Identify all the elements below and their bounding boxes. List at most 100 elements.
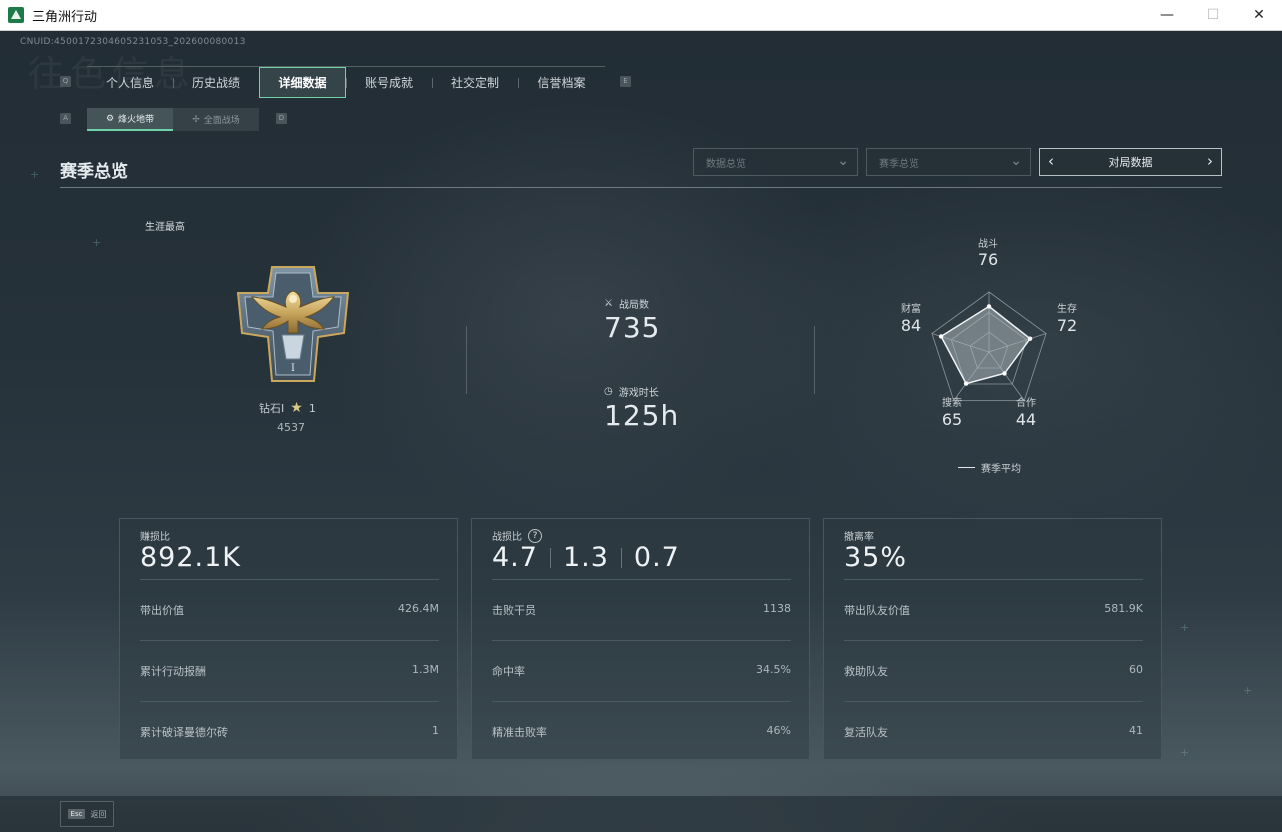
matches-value: 735 bbox=[604, 311, 661, 344]
pager-label: 对局数据 bbox=[1108, 156, 1153, 169]
player-uid: CNUID:4500172304605231053_202600080013 bbox=[20, 37, 246, 47]
radar-value-survival: 72 bbox=[1056, 316, 1078, 335]
radar-legend: 赛季平均 bbox=[958, 460, 1021, 475]
key-hint-prev-tab: Q bbox=[60, 76, 71, 87]
row-value: 1138 bbox=[763, 602, 791, 615]
page-title: 赛季总览 bbox=[60, 162, 128, 182]
radar-point bbox=[1027, 336, 1033, 341]
key-hint-next-subtab: D bbox=[276, 113, 287, 124]
kd-values: 4.7 1.3 0.7 bbox=[492, 542, 680, 573]
subtab-full-warfare[interactable]: ✢ 全面战场 bbox=[173, 108, 259, 131]
radar-value-search: 65 bbox=[941, 410, 963, 429]
row-label: 复活队友 bbox=[844, 726, 888, 739]
radar-point bbox=[986, 304, 992, 309]
tab-achievements[interactable]: 账号成就 bbox=[346, 67, 432, 98]
card-row: 复活队友 41 bbox=[844, 724, 1143, 740]
match-data-pager: ‹ 对局数据 › bbox=[1039, 148, 1222, 176]
matches-label: ⚔ 战局数 bbox=[604, 296, 649, 311]
decor-cross-icon: + bbox=[1180, 621, 1190, 634]
key-hint-prev-subtab: A bbox=[60, 113, 71, 124]
maximize-button[interactable]: ☐ bbox=[1190, 0, 1236, 30]
window-titlebar: 三角洲行动 — ☐ ✕ bbox=[0, 0, 1282, 31]
row-value: 41 bbox=[1129, 724, 1143, 737]
rank-info: 钻石Ⅰ ★ 1 bbox=[259, 400, 316, 416]
svg-text:I: I bbox=[291, 363, 295, 374]
row-label: 救助队友 bbox=[844, 665, 888, 678]
row-label: 带出价值 bbox=[140, 604, 184, 617]
dropdown-value: 数据总览 bbox=[706, 158, 746, 170]
kd-value: 4.7 bbox=[492, 542, 538, 573]
card-main-value: 35% bbox=[844, 542, 908, 573]
clock-icon: ◷ bbox=[604, 386, 613, 397]
playtime-label-text: 游戏时长 bbox=[618, 388, 659, 399]
radar-value-combat: 76 bbox=[977, 250, 999, 269]
radar-label-wealth: 财富 bbox=[901, 304, 921, 315]
card-divider bbox=[492, 579, 791, 580]
card-divider bbox=[140, 640, 439, 641]
row-value: 426.4M bbox=[398, 602, 439, 615]
rank-score: 4537 bbox=[277, 421, 305, 434]
card-row: 累计行动报酬 1.3M bbox=[140, 663, 439, 679]
card-main-value: 892.1K bbox=[140, 542, 242, 573]
help-icon[interactable]: ? bbox=[528, 528, 542, 543]
app-logo-icon bbox=[8, 7, 24, 23]
matches-label-text: 战局数 bbox=[618, 300, 649, 311]
card-row: 带出价值 426.4M bbox=[140, 602, 439, 618]
tab-personal-info[interactable]: 个人信息 bbox=[87, 67, 173, 98]
radar-point bbox=[938, 334, 944, 339]
vertical-divider bbox=[466, 326, 467, 394]
row-label: 命中率 bbox=[492, 665, 525, 678]
game-viewport: 往色信息 CNUID:4500172304605231053_202600080… bbox=[0, 31, 1282, 832]
kill-death-card: 战损比 ? 4.7 1.3 0.7 击败干员 1138 命中率 34.5% 精准… bbox=[471, 518, 810, 760]
chevron-left-icon[interactable]: ‹ bbox=[1048, 152, 1054, 170]
row-label: 累计破译曼德尔砖 bbox=[140, 726, 228, 739]
row-label: 击败干员 bbox=[492, 604, 536, 617]
tab-reputation[interactable]: 信誉档案 bbox=[518, 67, 605, 98]
card-divider bbox=[844, 579, 1143, 580]
extraction-rate-card: 撤离率 35% 带出队友价值 581.9K 救助队友 60 复活队友 41 bbox=[823, 518, 1162, 760]
card-title: 撤离率 bbox=[844, 532, 874, 543]
tab-history[interactable]: 历史战绩 bbox=[173, 67, 259, 98]
card-row: 精准击败率 46% bbox=[492, 724, 791, 740]
radar-season-average-area bbox=[940, 305, 1032, 385]
back-button[interactable]: Esc 返回 bbox=[60, 801, 114, 827]
subtab-hazard-zone[interactable]: ⚙ 烽火地带 bbox=[87, 108, 173, 131]
chevron-right-icon[interactable]: › bbox=[1207, 152, 1213, 170]
card-title-wrap: 战损比 ? bbox=[492, 528, 542, 543]
card-title: 赚损比 bbox=[140, 532, 170, 543]
row-value: 581.9K bbox=[1104, 602, 1143, 615]
card-divider bbox=[492, 701, 791, 702]
subtab-label: 全面战场 bbox=[203, 116, 240, 126]
card-divider bbox=[140, 579, 439, 580]
row-label: 带出队友价值 bbox=[844, 604, 910, 617]
decor-cross-icon: + bbox=[30, 168, 40, 181]
close-button[interactable]: ✕ bbox=[1236, 0, 1282, 30]
card-row: 累计破译曼德尔砖 1 bbox=[140, 724, 439, 740]
chevron-down-icon: ⌄ bbox=[837, 153, 849, 169]
row-label: 精准击败率 bbox=[492, 726, 547, 739]
card-row: 击败干员 1138 bbox=[492, 602, 791, 618]
decor-cross-icon: + bbox=[1243, 684, 1253, 697]
rank-stars: 1 bbox=[308, 401, 316, 415]
profit-loss-card: 赚损比 892.1K 带出价值 426.4M 累计行动报酬 1.3M 累计破译曼… bbox=[119, 518, 458, 760]
tab-social[interactable]: 社交定制 bbox=[432, 67, 518, 98]
minimize-button[interactable]: — bbox=[1144, 0, 1190, 30]
vertical-divider bbox=[814, 326, 815, 394]
playtime-label: ◷ 游戏时长 bbox=[604, 384, 659, 399]
tab-detailed-data[interactable]: 详细数据 bbox=[259, 67, 346, 98]
diamond-rank-medal-icon: I bbox=[236, 266, 350, 382]
radar-label-search: 搜索 bbox=[942, 398, 962, 409]
radar-value-teamwork: 44 bbox=[1015, 410, 1037, 429]
radar-label-combat: 战斗 bbox=[978, 239, 998, 250]
main-tabs: 个人信息 历史战绩 详细数据 账号成就 社交定制 信誉档案 bbox=[87, 66, 605, 98]
warfare-mode-icon: ✢ bbox=[192, 114, 200, 125]
season-dropdown[interactable]: 赛季总览 ⌄ bbox=[866, 148, 1031, 176]
bottom-bar bbox=[0, 796, 1282, 832]
decor-cross-icon: + bbox=[1180, 746, 1190, 759]
back-label: 返回 bbox=[90, 809, 107, 819]
data-overview-dropdown[interactable]: 数据总览 ⌄ bbox=[693, 148, 858, 176]
card-title: 战损比 bbox=[492, 532, 522, 543]
row-value: 46% bbox=[766, 724, 791, 737]
radar-point bbox=[1002, 371, 1007, 376]
window-title: 三角洲行动 bbox=[32, 9, 98, 25]
